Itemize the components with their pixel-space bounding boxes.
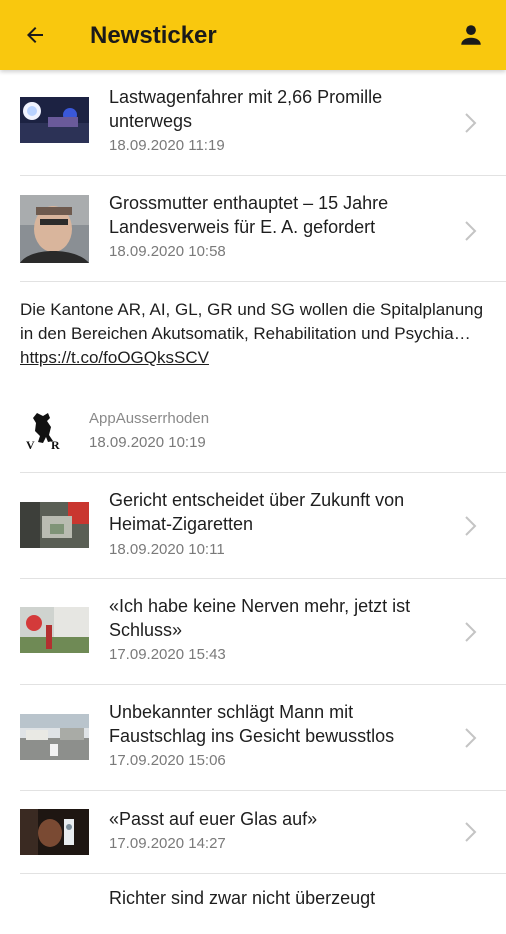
- news-item[interactable]: Richter sind zwar nicht überzeugt: [20, 874, 506, 934]
- back-button[interactable]: [20, 20, 50, 50]
- news-date: 17.09.2020 15:06: [109, 752, 226, 769]
- news-date: 18.09.2020 10:58: [109, 243, 226, 260]
- news-date: 18.09.2020 10:11: [109, 541, 225, 558]
- app-bar: Newsticker: [0, 0, 506, 70]
- tweet-body: Die Kantone AR, AI, GL, GR und SG wollen…: [20, 300, 484, 343]
- news-item[interactable]: Lastwagenfahrer mit 2,66 Promille unterw…: [20, 70, 506, 176]
- news-date: 17.09.2020 15:43: [109, 646, 226, 663]
- coat-of-arms-logo: V R: [26, 413, 60, 451]
- news-headline: «Passt auf euer Glas auf»: [109, 809, 318, 829]
- page-title: Newsticker: [90, 22, 217, 49]
- news-thumbnail: [20, 809, 89, 855]
- tweet-link[interactable]: https://t.co/foOGQksSCV: [20, 348, 209, 367]
- news-headline: Gericht entscheidet über Zukunft von Hei…: [109, 490, 405, 534]
- news-thumbnail: [20, 502, 89, 548]
- arrow-left-icon: [27, 27, 43, 43]
- profile-button[interactable]: [456, 20, 486, 50]
- news-item[interactable]: Gericht entscheidet über Zukunft von Hei…: [20, 473, 506, 579]
- tweet-date: 18.09.2020 10:19: [89, 434, 206, 451]
- chevron-right-icon: [465, 113, 477, 133]
- person-icon: [461, 25, 481, 45]
- news-item[interactable]: «Passt auf euer Glas auf» 17.09.2020 14:…: [20, 791, 506, 874]
- news-item[interactable]: Unbekannter schlägt Mann mit Faustschlag…: [20, 685, 506, 791]
- news-thumbnail: [20, 714, 89, 760]
- news-headline: Grossmutter enthauptet – 15 Jahre Landes…: [109, 193, 389, 237]
- news-thumbnail: [20, 97, 89, 143]
- tweet-author: AppAusserrhoden: [89, 410, 210, 427]
- chevron-right-icon: [465, 822, 477, 842]
- news-date: 17.09.2020 14:27: [109, 835, 226, 852]
- news-feed: Lastwagenfahrer mit 2,66 Promille unterw…: [0, 70, 506, 934]
- tweet-item[interactable]: Die Kantone AR, AI, GL, GR und SG wollen…: [20, 282, 506, 473]
- news-headline: Unbekannter schlägt Mann mit Faustschlag…: [109, 702, 395, 746]
- chevron-right-icon: [465, 221, 477, 241]
- news-headline: Lastwagenfahrer mit 2,66 Promille unterw…: [109, 87, 383, 131]
- news-item[interactable]: Grossmutter enthauptet – 15 Jahre Landes…: [20, 176, 506, 282]
- chevron-right-icon: [465, 516, 477, 536]
- tweet-text: Die Kantone AR, AI, GL, GR und SG wollen…: [20, 298, 490, 370]
- news-thumbnail: [20, 195, 89, 263]
- chevron-right-icon: [465, 728, 477, 748]
- svg-text:R: R: [51, 438, 60, 451]
- news-date: 18.09.2020 11:19: [109, 137, 225, 154]
- news-headline: «Ich habe keine Nerven mehr, jetzt ist S…: [109, 596, 411, 640]
- news-thumbnail: [20, 607, 89, 653]
- news-item[interactable]: «Ich habe keine Nerven mehr, jetzt ist S…: [20, 579, 506, 685]
- chevron-right-icon: [465, 622, 477, 642]
- news-headline: Richter sind zwar nicht überzeugt: [109, 888, 376, 908]
- svg-text:V: V: [26, 438, 35, 451]
